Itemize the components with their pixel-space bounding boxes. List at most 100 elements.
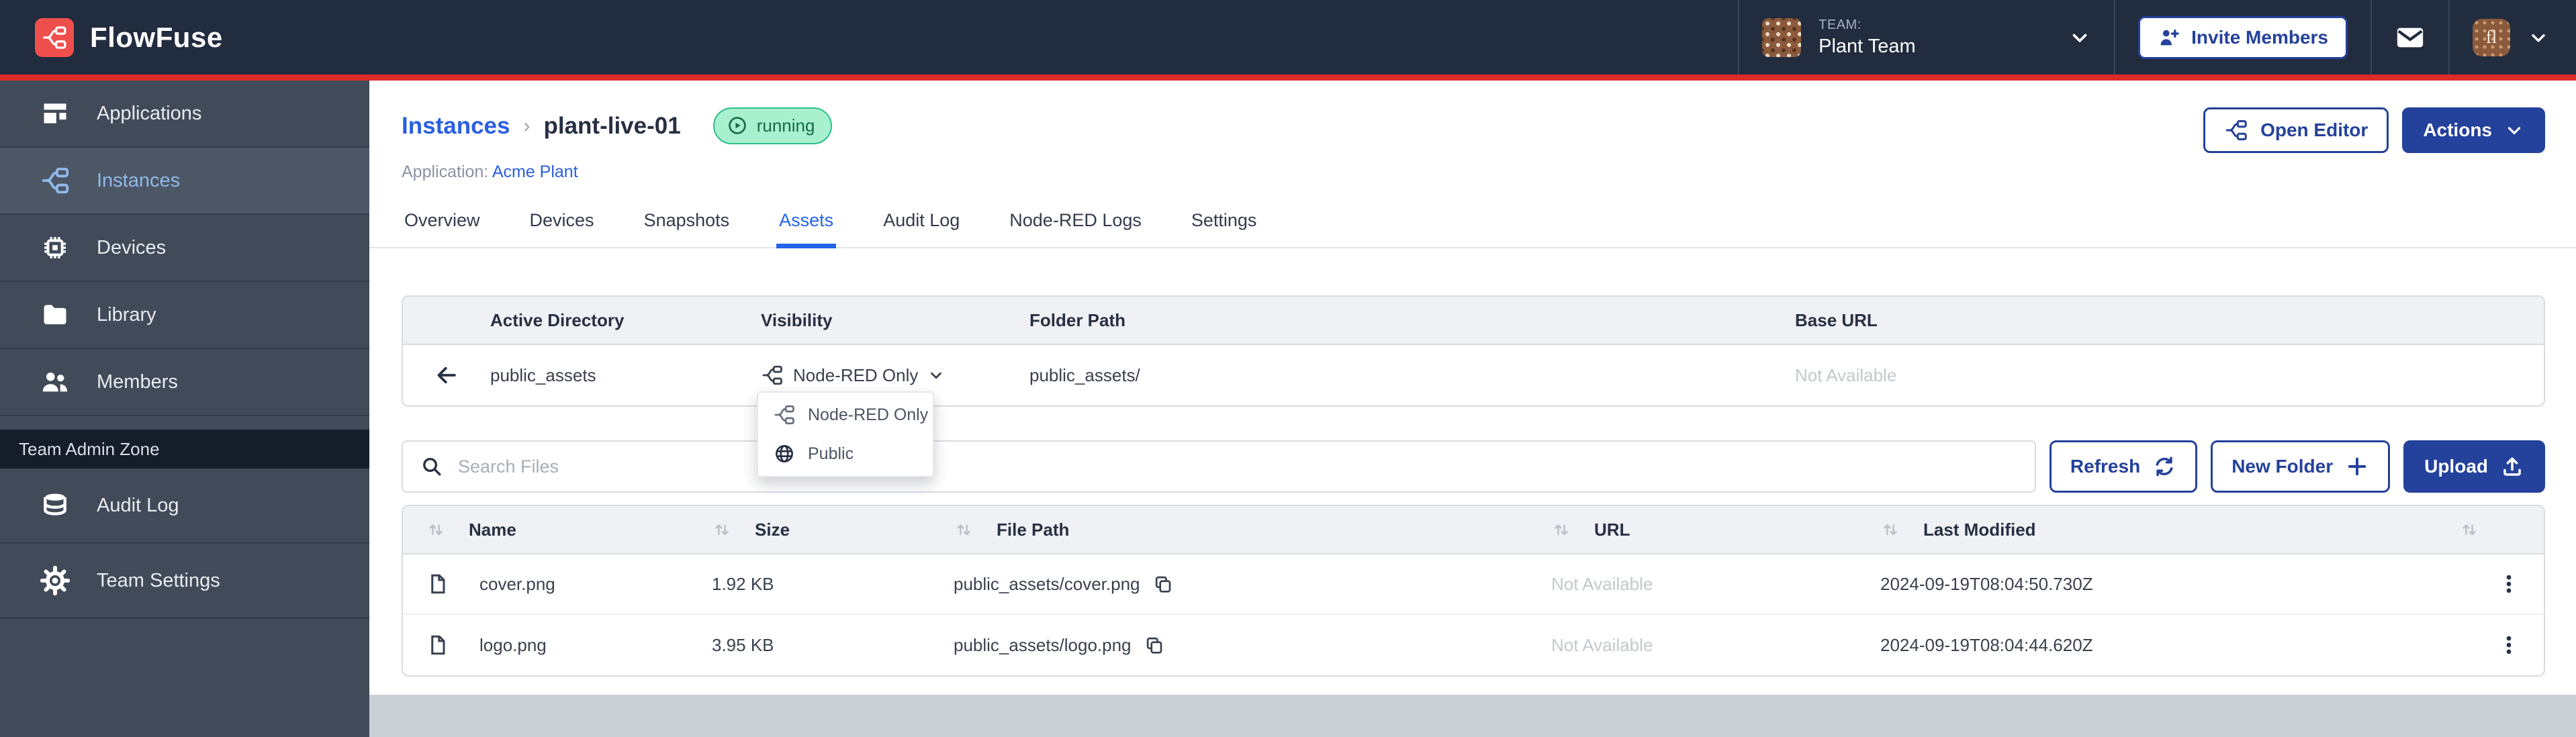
play-circle-icon bbox=[727, 115, 748, 136]
column-url[interactable]: URL bbox=[1594, 520, 1630, 540]
copy-icon[interactable] bbox=[1144, 634, 1165, 656]
sort-icon[interactable] bbox=[2459, 520, 2479, 540]
team-name: Plant Team bbox=[1819, 36, 1916, 58]
kebab-menu-icon[interactable] bbox=[2498, 634, 2520, 656]
column-base-url: Base URL bbox=[1795, 310, 2544, 331]
sort-icon[interactable] bbox=[954, 520, 974, 540]
user-plus-icon bbox=[2158, 26, 2180, 49]
tab-settings[interactable]: Settings bbox=[1189, 199, 1260, 247]
tab-node-red-logs[interactable]: Node-RED Logs bbox=[1007, 199, 1144, 247]
actions-label: Actions bbox=[2423, 119, 2492, 141]
tab-audit-log[interactable]: Audit Log bbox=[880, 199, 962, 247]
dropdown-option-node-red-only[interactable]: Node-RED Only bbox=[758, 395, 933, 434]
actions-button[interactable]: Actions bbox=[2402, 107, 2545, 153]
dropdown-option-label: Node-RED Only bbox=[808, 405, 928, 425]
file-row: cover.png 1.92 KB public_assets/cover.pn… bbox=[403, 554, 2544, 615]
file-url: Not Available bbox=[1551, 635, 1880, 656]
upload-button[interactable]: Upload bbox=[2403, 440, 2545, 493]
copy-icon[interactable] bbox=[1152, 573, 1174, 595]
file-path: public_assets/cover.png bbox=[954, 574, 1140, 595]
file-modified: 2024-09-19T08:04:50.730Z bbox=[1880, 574, 2411, 595]
new-folder-button[interactable]: New Folder bbox=[2211, 440, 2390, 493]
node-red-icon bbox=[761, 364, 784, 387]
file-size: 1.92 KB bbox=[712, 574, 954, 595]
chip-icon bbox=[39, 232, 71, 263]
document-icon bbox=[426, 633, 450, 657]
sidebar-item-team-settings[interactable]: Team Settings bbox=[0, 544, 369, 619]
open-editor-button[interactable]: Open Editor bbox=[2203, 107, 2389, 153]
top-navbar: FlowFuse TEAM: Plant Team Invite Members bbox=[0, 0, 2576, 81]
sort-icon[interactable] bbox=[1551, 520, 1571, 540]
status-badge-label: running bbox=[757, 115, 815, 136]
file-modified: 2024-09-19T08:04:44.620Z bbox=[1880, 635, 2411, 656]
flowfuse-logo-icon bbox=[35, 18, 74, 57]
applications-icon bbox=[39, 99, 71, 128]
sort-icon[interactable] bbox=[712, 520, 732, 540]
dropdown-option-label: Public bbox=[808, 444, 854, 464]
mail-icon[interactable] bbox=[2395, 22, 2426, 53]
sidebar-item-label: Members bbox=[97, 371, 178, 393]
team-avatar bbox=[1762, 18, 1801, 57]
file-name: cover.png bbox=[479, 574, 555, 595]
instances-icon bbox=[39, 165, 71, 196]
sort-icon[interactable] bbox=[1880, 520, 1900, 540]
directory-name: public_assets bbox=[490, 365, 761, 386]
tab-snapshots[interactable]: Snapshots bbox=[641, 199, 733, 247]
sidebar-item-applications[interactable]: Applications bbox=[0, 81, 369, 148]
chevron-down-icon bbox=[2528, 27, 2549, 48]
search-input[interactable] bbox=[458, 456, 2017, 477]
file-name: logo.png bbox=[479, 635, 547, 656]
page-background-strip bbox=[369, 695, 2576, 737]
file-url: Not Available bbox=[1551, 574, 1880, 595]
chevron-down-icon bbox=[2504, 120, 2524, 140]
application-line: Application: Acme Plant bbox=[402, 162, 2545, 182]
breadcrumb-instances-link[interactable]: Instances bbox=[402, 113, 510, 140]
refresh-button[interactable]: Refresh bbox=[2050, 440, 2197, 493]
base-url-value: Not Available bbox=[1795, 365, 2544, 386]
visibility-dropdown: Node-RED Only Public bbox=[757, 391, 934, 477]
file-row: logo.png 3.95 KB public_assets/logo.png … bbox=[403, 615, 2544, 675]
node-red-icon bbox=[2224, 118, 2248, 142]
dropdown-option-public[interactable]: Public bbox=[758, 434, 933, 473]
sidebar-item-label: Team Settings bbox=[97, 570, 220, 592]
sidebar-item-label: Devices bbox=[97, 237, 166, 259]
sidebar-item-label: Library bbox=[97, 304, 156, 326]
notifications-section bbox=[2371, 0, 2448, 75]
column-size[interactable]: Size bbox=[755, 520, 790, 540]
search-box bbox=[402, 440, 2036, 493]
back-arrow-icon[interactable] bbox=[403, 362, 490, 388]
refresh-icon bbox=[2152, 454, 2176, 479]
invite-members-button[interactable]: Invite Members bbox=[2138, 16, 2348, 59]
sidebar-item-audit-log[interactable]: Audit Log bbox=[0, 469, 369, 544]
globe-icon bbox=[773, 442, 796, 465]
invite-members-label: Invite Members bbox=[2191, 27, 2328, 48]
sidebar-item-devices[interactable]: Devices bbox=[0, 215, 369, 282]
column-folder-path: Folder Path bbox=[1029, 310, 1795, 331]
sidebar-item-members[interactable]: Members bbox=[0, 349, 369, 416]
chevron-down-icon bbox=[927, 366, 945, 384]
tab-overview[interactable]: Overview bbox=[402, 199, 483, 247]
kebab-menu-icon[interactable] bbox=[2498, 573, 2520, 595]
refresh-label: Refresh bbox=[2070, 456, 2140, 477]
files-toolbar: Refresh New Folder Upload bbox=[402, 440, 2545, 493]
user-menu[interactable]: fl bbox=[2448, 0, 2576, 75]
main-content: Instances › plant-live-01 running Open E… bbox=[369, 81, 2576, 737]
sidebar-item-instances[interactable]: Instances bbox=[0, 148, 369, 215]
application-label: Application: bbox=[402, 162, 488, 181]
tab-devices[interactable]: Devices bbox=[527, 199, 597, 247]
tab-assets[interactable]: Assets bbox=[776, 199, 836, 247]
column-file-path[interactable]: File Path bbox=[997, 520, 1069, 540]
column-last-modified[interactable]: Last Modified bbox=[1923, 520, 2036, 540]
sidebar-item-library[interactable]: Library bbox=[0, 282, 369, 349]
application-link[interactable]: Acme Plant bbox=[492, 162, 578, 181]
directory-row: public_assets Node-RED Only public_asset… bbox=[403, 345, 2544, 405]
sidebar-item-label: Applications bbox=[97, 103, 201, 125]
sort-icon[interactable] bbox=[426, 520, 446, 540]
sidebar-item-label: Instances bbox=[97, 170, 180, 192]
column-name[interactable]: Name bbox=[469, 520, 516, 540]
team-selector[interactable]: TEAM: Plant Team bbox=[1738, 0, 2114, 75]
flowfuse-logo[interactable]: FlowFuse bbox=[35, 18, 223, 57]
team-admin-zone-header: Team Admin Zone bbox=[0, 430, 369, 469]
search-icon bbox=[420, 455, 443, 478]
visibility-select[interactable]: Node-RED Only bbox=[761, 364, 1029, 387]
